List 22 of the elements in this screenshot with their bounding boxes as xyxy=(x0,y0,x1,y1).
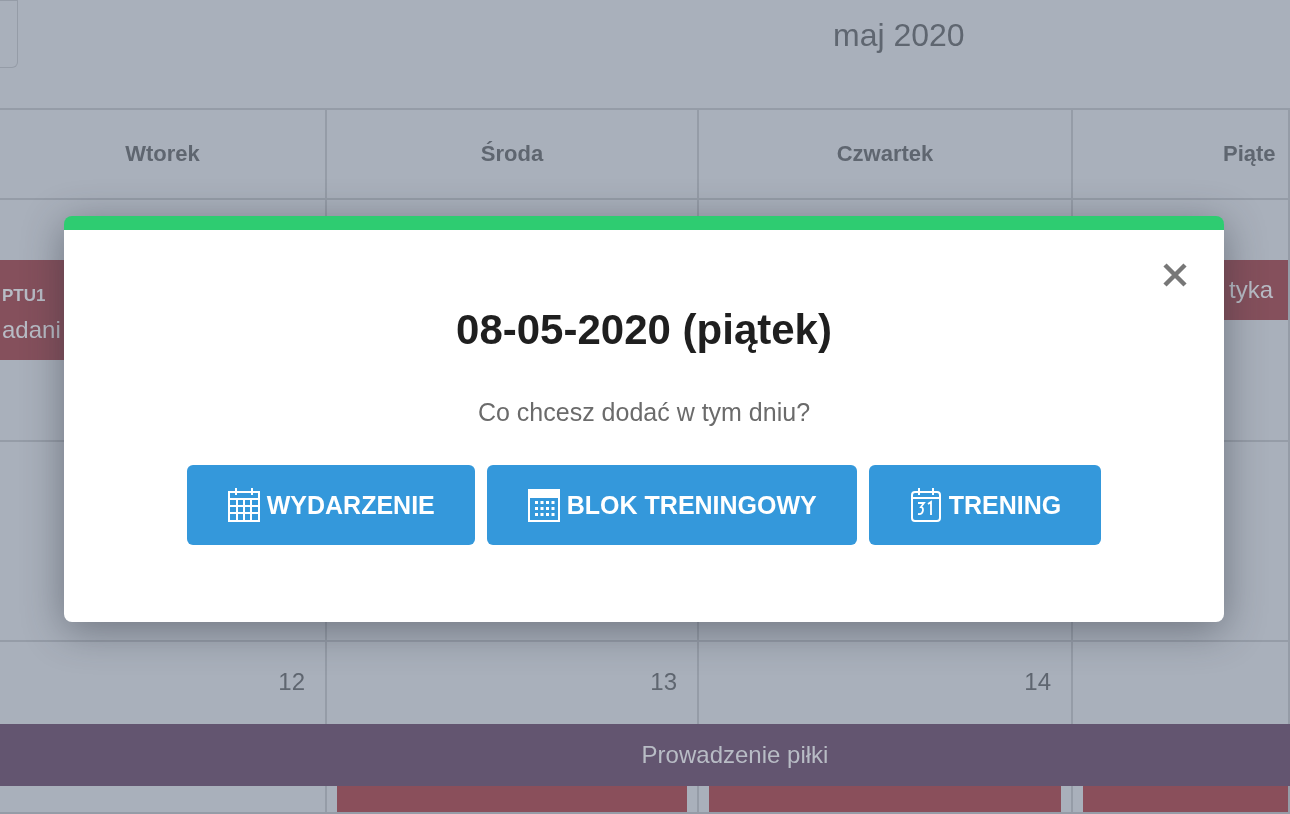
add-button[interactable]: BLOK TRENINGOWY xyxy=(486,465,857,545)
weekday-header: Środa xyxy=(327,110,699,200)
calendar-icon xyxy=(226,487,261,523)
day-number: 14 xyxy=(1024,667,1052,697)
calendar-icon xyxy=(908,487,943,523)
event-block[interactable]: tyka xyxy=(1221,260,1288,320)
month-title: maj 2020 xyxy=(833,17,965,54)
dialog-prompt: Co chcesz dodać w tym dniu? xyxy=(477,398,811,427)
close-button[interactable] xyxy=(1162,262,1188,288)
add-button[interactable]: TRENING xyxy=(868,465,1102,545)
weekday-header: Czwartek xyxy=(699,110,1073,200)
weekday-header: Piąte xyxy=(1073,110,1290,200)
event-bar[interactable]: Prowadzenie piłki xyxy=(0,724,1290,786)
day-number: 12 xyxy=(278,667,306,697)
dialog-title: 08-05-2020 (piątek) xyxy=(456,306,832,354)
event-title: tyka xyxy=(1228,276,1274,304)
close-icon xyxy=(1162,262,1188,288)
event-code: PTU1 xyxy=(2,285,47,307)
add-button[interactable]: WYDARZENIE xyxy=(186,465,475,545)
day-number: 13 xyxy=(650,667,678,697)
event-title: adani xyxy=(2,316,62,344)
weekday-header: Wtorek xyxy=(0,110,327,200)
